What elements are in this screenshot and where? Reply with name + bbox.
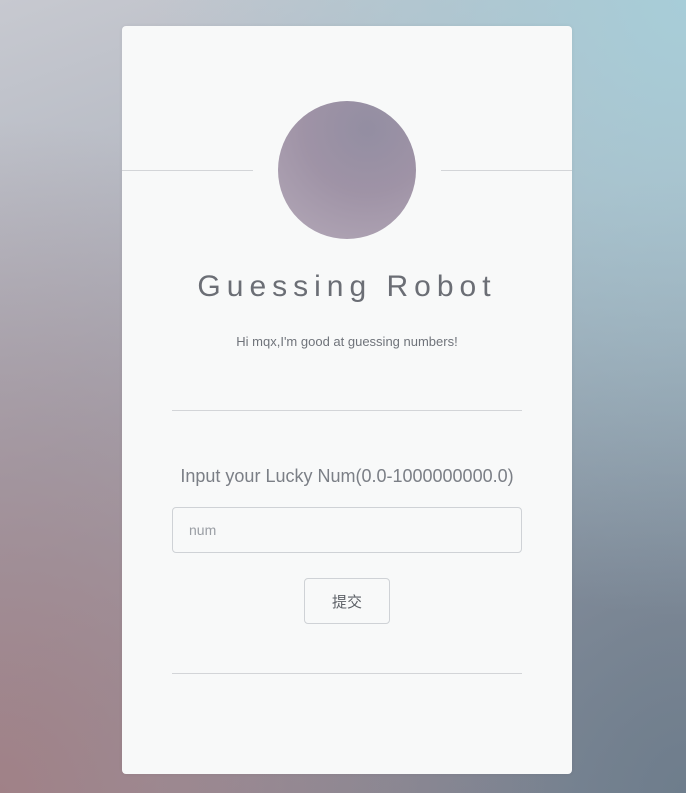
section-divider-bottom	[172, 673, 522, 674]
page-title: Guessing Robot	[197, 270, 497, 303]
header-divider-right	[441, 170, 572, 171]
page-subtitle: Hi mqx,I'm good at guessing numbers!	[236, 334, 458, 349]
lucky-num-input[interactable]	[172, 507, 522, 553]
section-divider-top	[172, 410, 522, 411]
input-prompt: Input your Lucky Num(0.0-1000000000.0)	[180, 466, 514, 486]
avatar	[278, 101, 416, 239]
header-divider-left	[122, 170, 253, 171]
submit-button[interactable]: 提交	[304, 578, 390, 624]
login-card: Guessing Robot Hi mqx,I'm good at guessi…	[122, 26, 572, 774]
